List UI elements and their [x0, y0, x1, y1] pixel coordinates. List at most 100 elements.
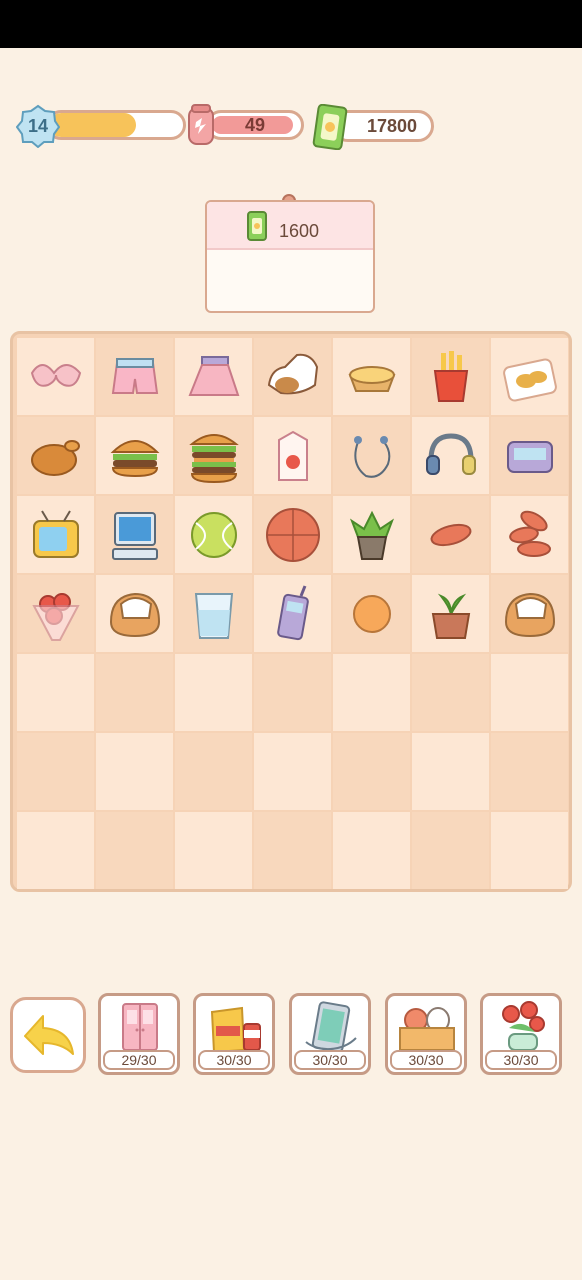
board-cell-empty[interactable]: [254, 812, 331, 889]
category-toy-box[interactable]: 30/30: [385, 993, 467, 1075]
earphones-icon: [353, 435, 390, 478]
slipper-icon: [109, 592, 160, 637]
board-cell-roast-chicken[interactable]: [17, 417, 94, 494]
tennis-ball-icon: [190, 511, 237, 558]
board-cell-empty[interactable]: [333, 733, 410, 810]
board-cell-slipper[interactable]: [491, 575, 568, 652]
category-flowers[interactable]: 30/30: [480, 993, 562, 1075]
board-cell-empty[interactable]: [491, 733, 568, 810]
board-cell-double-burger[interactable]: [175, 417, 252, 494]
retro-phone-icon: [276, 584, 309, 640]
board-cell-empty[interactable]: [17, 654, 94, 731]
egg-tart-icon: [348, 365, 395, 392]
category-count: 30/30: [485, 1050, 557, 1070]
level-progress-fill: [49, 113, 137, 137]
pager-icon: [506, 440, 553, 473]
board-cell-burger[interactable]: [96, 417, 173, 494]
board-cell-pager[interactable]: [491, 417, 568, 494]
sneaker-icon: [267, 353, 318, 394]
basketball-icon: [265, 507, 320, 562]
order-card[interactable]: 1600: [205, 200, 375, 313]
strawberry-milk-icon: [277, 430, 308, 481]
board-cell-headphones[interactable]: [412, 417, 489, 494]
category-count: 30/30: [198, 1050, 270, 1070]
board-cell-pink-shorts[interactable]: [96, 338, 173, 415]
board-cell-earphones[interactable]: [333, 417, 410, 494]
board-cell-orange[interactable]: [333, 575, 410, 652]
order-reward-header: 1600: [207, 202, 373, 250]
board-cell-retro-phone[interactable]: [254, 575, 331, 652]
board-cell-chicken-nuggets[interactable]: [491, 338, 568, 415]
board-cell-empty[interactable]: [96, 733, 173, 810]
board-cell-tennis-ball[interactable]: [175, 496, 252, 573]
category-count: 30/30: [390, 1050, 462, 1070]
television-icon: [32, 509, 79, 558]
cash-display[interactable]: 17800: [312, 104, 436, 150]
board-cell-empty[interactable]: [96, 654, 173, 731]
phone-icon: [305, 1001, 357, 1053]
back-button[interactable]: [10, 997, 86, 1073]
board-cell-empty[interactable]: [491, 812, 568, 889]
wardrobe-icon: [122, 1003, 158, 1051]
board-cell-rose-bouquet[interactable]: [17, 575, 94, 652]
board-cell-empty[interactable]: [175, 812, 252, 889]
double-burger-icon: [188, 433, 239, 483]
order-reward-value: 1600: [279, 221, 320, 241]
seedling-icon: [431, 593, 470, 639]
board-cell-basketball[interactable]: [254, 496, 331, 573]
flower-pot-icon: [502, 1001, 545, 1051]
status-bar: [0, 0, 582, 48]
order-items-area: [207, 250, 373, 311]
board-cell-empty[interactable]: [412, 733, 489, 810]
category-count: 30/30: [294, 1050, 366, 1070]
board-cell-empty[interactable]: [175, 733, 252, 810]
level-display[interactable]: 14: [16, 104, 186, 148]
category-electronics[interactable]: 30/30: [289, 993, 371, 1075]
board-cell-empty[interactable]: [412, 812, 489, 889]
category-snacks[interactable]: 30/30: [193, 993, 275, 1075]
board-cell-empty[interactable]: [254, 733, 331, 810]
board-cell-succulent[interactable]: [333, 496, 410, 573]
board-grid: [17, 338, 568, 889]
board-cell-empty[interactable]: [254, 654, 331, 731]
board-cell-empty[interactable]: [96, 812, 173, 889]
level-number: 14: [27, 116, 49, 136]
board-cell-computer[interactable]: [96, 496, 173, 573]
chicken-nuggets-icon: [502, 357, 557, 402]
board-cell-seedling[interactable]: [412, 575, 489, 652]
board-cell-glass-of-water[interactable]: [175, 575, 252, 652]
board-cell-empty[interactable]: [333, 812, 410, 889]
burger-icon: [110, 439, 159, 477]
pink-shorts-icon: [111, 357, 158, 394]
headphones-icon: [425, 432, 476, 475]
category-count: 29/30: [103, 1050, 175, 1070]
board-cell-empty[interactable]: [175, 654, 252, 731]
roast-chicken-icon: [30, 439, 80, 476]
board-cell-slipper[interactable]: [96, 575, 173, 652]
board-cell-sweet-potatoes[interactable]: [491, 496, 568, 573]
board-cell-strawberry-milk[interactable]: [254, 417, 331, 494]
board-cell-sweet-potato[interactable]: [412, 496, 489, 573]
board-cell-empty[interactable]: [333, 654, 410, 731]
board-cell-television[interactable]: [17, 496, 94, 573]
sweet-potato-icon: [430, 523, 471, 546]
level-progress-bar: [46, 110, 186, 140]
board-cell-bra[interactable]: [17, 338, 94, 415]
board-cell-sneaker[interactable]: [254, 338, 331, 415]
board-cell-empty[interactable]: [17, 812, 94, 889]
snacks-icon: [210, 1006, 261, 1054]
category-wardrobe[interactable]: 29/30: [98, 993, 180, 1075]
succulent-icon: [349, 510, 394, 560]
bra-icon: [30, 363, 81, 387]
cash-icon: [247, 211, 267, 241]
board-cell-empty[interactable]: [17, 733, 94, 810]
board-cell-egg-tart[interactable]: [333, 338, 410, 415]
orange-icon: [352, 594, 391, 633]
board-cell-french-fries[interactable]: [412, 338, 489, 415]
board-cell-pink-skirt[interactable]: [175, 338, 252, 415]
energy-display[interactable]: 49: [184, 104, 306, 148]
board-cell-empty[interactable]: [412, 654, 489, 731]
toy-box-icon: [399, 1007, 455, 1051]
french-fries-icon: [433, 350, 468, 402]
board-cell-empty[interactable]: [491, 654, 568, 731]
